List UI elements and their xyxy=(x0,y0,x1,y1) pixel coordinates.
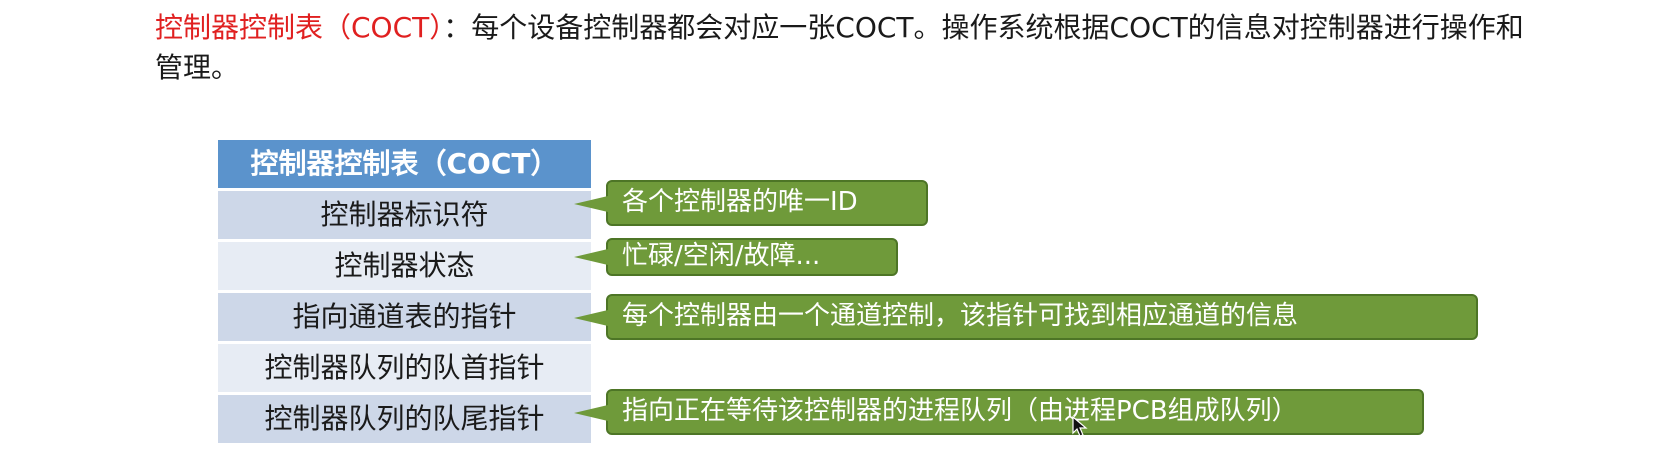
callout-pointer xyxy=(574,405,608,421)
table-row-queue-head-pointer: 控制器队列的队首指针 xyxy=(218,344,591,392)
callout-controller-id: 各个控制器的唯一ID xyxy=(574,180,928,226)
table-row-channel-pointer: 指向通道表的指针 xyxy=(218,293,591,341)
description-term: 控制器控制表（COCT） xyxy=(155,11,444,44)
callout-pointer xyxy=(574,249,608,265)
mouse-cursor-icon xyxy=(1072,415,1088,442)
callout-channel-pointer: 每个控制器由一个通道控制，该指针可找到相应通道的信息 xyxy=(574,294,1478,340)
description-colon: ： xyxy=(443,11,472,44)
callout-text: 各个控制器的唯一ID xyxy=(622,187,858,217)
callout-text: 指向正在等待该控制器的进程队列（由进程PCB组成队列） xyxy=(622,396,1298,426)
table-row-controller-id: 控制器标识符 xyxy=(218,191,591,239)
coct-table: 控制器控制表（COCT） 控制器标识符 控制器状态 指向通道表的指针 控制器队列… xyxy=(218,140,591,443)
callout-text: 忙碌/空闲/故障... xyxy=(622,241,821,271)
description-paragraph: 控制器控制表（COCT）：每个设备控制器都会对应一张COCT。操作系统根据COC… xyxy=(155,8,1535,88)
callout-controller-status: 忙碌/空闲/故障... xyxy=(574,238,898,276)
callout-pointer xyxy=(574,196,608,212)
slide: 控制器控制表（COCT）：每个设备控制器都会对应一张COCT。操作系统根据COC… xyxy=(0,0,1658,452)
callout-text: 每个控制器由一个通道控制，该指针可找到相应通道的信息 xyxy=(622,301,1299,331)
callout-queue-pointer: 指向正在等待该控制器的进程队列（由进程PCB组成队列） xyxy=(574,389,1424,435)
table-row-queue-tail-pointer: 控制器队列的队尾指针 xyxy=(218,395,591,443)
callout-pointer xyxy=(574,310,608,326)
coct-table-header: 控制器控制表（COCT） xyxy=(218,140,591,188)
table-row-controller-status: 控制器状态 xyxy=(218,242,591,290)
